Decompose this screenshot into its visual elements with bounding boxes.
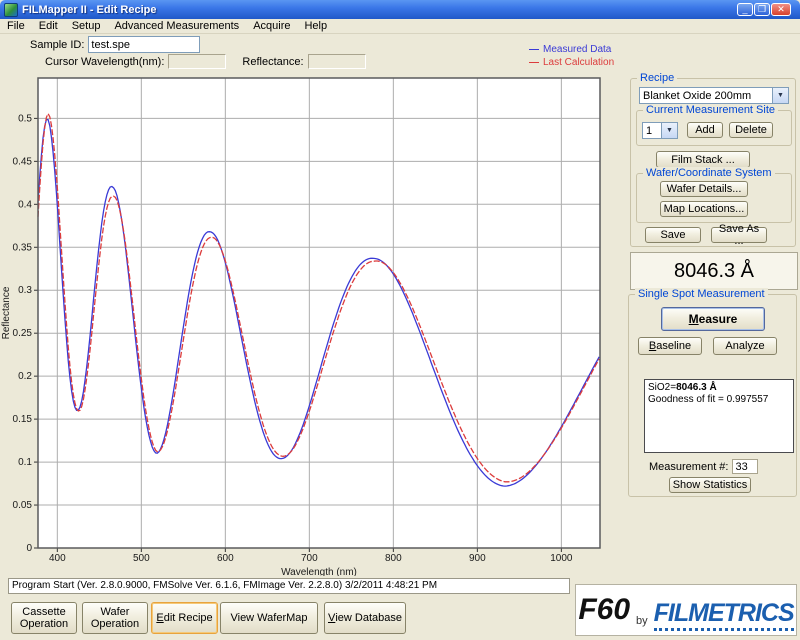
app-icon [4, 3, 18, 17]
cursor-wavelength-label: Cursor Wavelength(nm): [45, 56, 164, 68]
minimize-button[interactable]: _ [737, 3, 753, 16]
svg-text:0.25: 0.25 [13, 328, 33, 339]
recipe-select[interactable]: Blanket Oxide 200mm ▼ [639, 87, 789, 104]
measure-button[interactable]: Measure [661, 307, 765, 331]
svg-text:0.35: 0.35 [13, 242, 33, 253]
sample-id-label: Sample ID: [30, 39, 84, 51]
measurement-number-input[interactable] [732, 459, 758, 474]
svg-text:0.15: 0.15 [13, 414, 33, 425]
single-spot-group: Single Spot Measurement Measure Baseline… [628, 294, 797, 497]
calculation-line-swatch: — [529, 56, 543, 69]
restore-button[interactable]: ❐ [754, 3, 770, 16]
measurement-site-group-label: Current Measurement Site [643, 104, 778, 116]
svg-text:0.1: 0.1 [18, 457, 32, 468]
status-bar: Program Start (Ver. 2.8.0.9000, FMSolve … [8, 578, 570, 594]
menu-file[interactable]: File [0, 20, 32, 32]
close-button[interactable]: ✕ [771, 3, 791, 16]
cursor-reflectance-value [308, 54, 366, 69]
svg-text:Wavelength (nm): Wavelength (nm) [281, 567, 357, 576]
thickness-readout: 8046.3 Å [630, 252, 798, 290]
menu-acquire[interactable]: Acquire [246, 20, 297, 32]
recipe-group: Recipe Blanket Oxide 200mm ▼ Current Mea… [630, 78, 796, 247]
save-button[interactable]: Save [645, 227, 701, 243]
svg-text:0: 0 [26, 543, 32, 554]
fit-result-box: SiO2=8046.3 Å Goodness of fit = 0.997557 [644, 379, 794, 453]
svg-text:0.05: 0.05 [13, 500, 33, 511]
view-database-button[interactable]: View Database [324, 602, 406, 634]
svg-text:0.4: 0.4 [18, 199, 32, 210]
map-locations-button[interactable]: Map Locations... [660, 201, 748, 217]
menu-bar: File Edit Setup Advanced Measurements Ac… [0, 19, 800, 34]
add-site-button[interactable]: Add [687, 122, 723, 138]
logo-model-text: F60 [578, 593, 630, 627]
menu-setup[interactable]: Setup [65, 20, 108, 32]
baseline-button[interactable]: Baseline [638, 337, 702, 355]
cursor-wavelength-value [168, 54, 226, 69]
menu-help[interactable]: Help [297, 20, 334, 32]
svg-text:1000: 1000 [550, 553, 573, 564]
window-title: FILMapper II - Edit Recipe [22, 4, 156, 16]
svg-text:0.3: 0.3 [18, 285, 32, 296]
cassette-operation-button[interactable]: Cassette Operation [11, 602, 77, 634]
svg-text:0.2: 0.2 [18, 371, 32, 382]
save-as-button[interactable]: Save As ... [711, 227, 767, 243]
site-select[interactable]: 1 ▼ [642, 122, 678, 139]
show-statistics-button[interactable]: Show Statistics [669, 477, 751, 493]
brand-logo: F60 by FILMETRICS [575, 584, 797, 636]
wafer-operation-button[interactable]: Wafer Operation [82, 602, 148, 634]
single-spot-group-label: Single Spot Measurement [635, 288, 768, 300]
title-bar: FILMapper II - Edit Recipe [0, 0, 800, 19]
wafer-coordinate-group-label: Wafer/Coordinate System [643, 167, 775, 179]
spectrum-chart[interactable]: 400 500 600 700 800 900 1000 0 0.05 0.1 0.15 0.2 0.2… [0, 36, 620, 576]
logo-brand-text: FILMETRICS [654, 599, 794, 631]
recipe-group-label: Recipe [637, 72, 677, 84]
legend-measured-label: Measured Data [543, 43, 611, 56]
chevron-down-icon[interactable]: ▼ [772, 88, 788, 103]
svg-text:900: 900 [469, 553, 486, 564]
svg-text:0.45: 0.45 [13, 156, 33, 167]
svg-text:800: 800 [385, 553, 402, 564]
sample-id-input[interactable] [88, 36, 200, 53]
fit-result-line1: SiO2=8046.3 Å [648, 382, 790, 394]
cursor-reflectance-label: Reflectance: [242, 56, 303, 68]
svg-text:Reflectance: Reflectance [1, 286, 12, 339]
svg-text:0.5: 0.5 [18, 113, 32, 124]
film-stack-button[interactable]: Film Stack ... [656, 151, 750, 168]
menu-edit[interactable]: Edit [32, 20, 65, 32]
wafer-coordinate-group: Wafer/Coordinate System Wafer Details...… [636, 173, 792, 223]
site-selected-value: 1 [643, 125, 652, 137]
svg-text:600: 600 [217, 553, 234, 564]
chart-legend: — Measured Data — Last Calculation [529, 43, 614, 69]
edit-recipe-button[interactable]: Edit Recipe [151, 602, 218, 634]
svg-text:700: 700 [301, 553, 318, 564]
delete-site-button[interactable]: Delete [729, 122, 773, 138]
recipe-selected-value: Blanket Oxide 200mm [640, 90, 751, 102]
measured-line-swatch: — [529, 43, 543, 56]
legend-calculation-label: Last Calculation [543, 56, 614, 69]
svg-text:500: 500 [133, 553, 150, 564]
wafer-details-button[interactable]: Wafer Details... [660, 181, 748, 197]
fit-result-line2: Goodness of fit = 0.997557 [648, 394, 790, 406]
svg-text:400: 400 [49, 553, 66, 564]
measurement-site-group: Current Measurement Site 1 ▼ Add Delete [636, 110, 792, 146]
logo-by-text: by [636, 615, 648, 627]
menu-advanced-measurements[interactable]: Advanced Measurements [107, 20, 246, 32]
chevron-down-icon[interactable]: ▼ [661, 123, 677, 138]
view-wafermap-button[interactable]: View WaferMap [220, 602, 318, 634]
measurement-number-label: Measurement #: [649, 461, 728, 473]
analyze-button[interactable]: Analyze [713, 337, 777, 355]
